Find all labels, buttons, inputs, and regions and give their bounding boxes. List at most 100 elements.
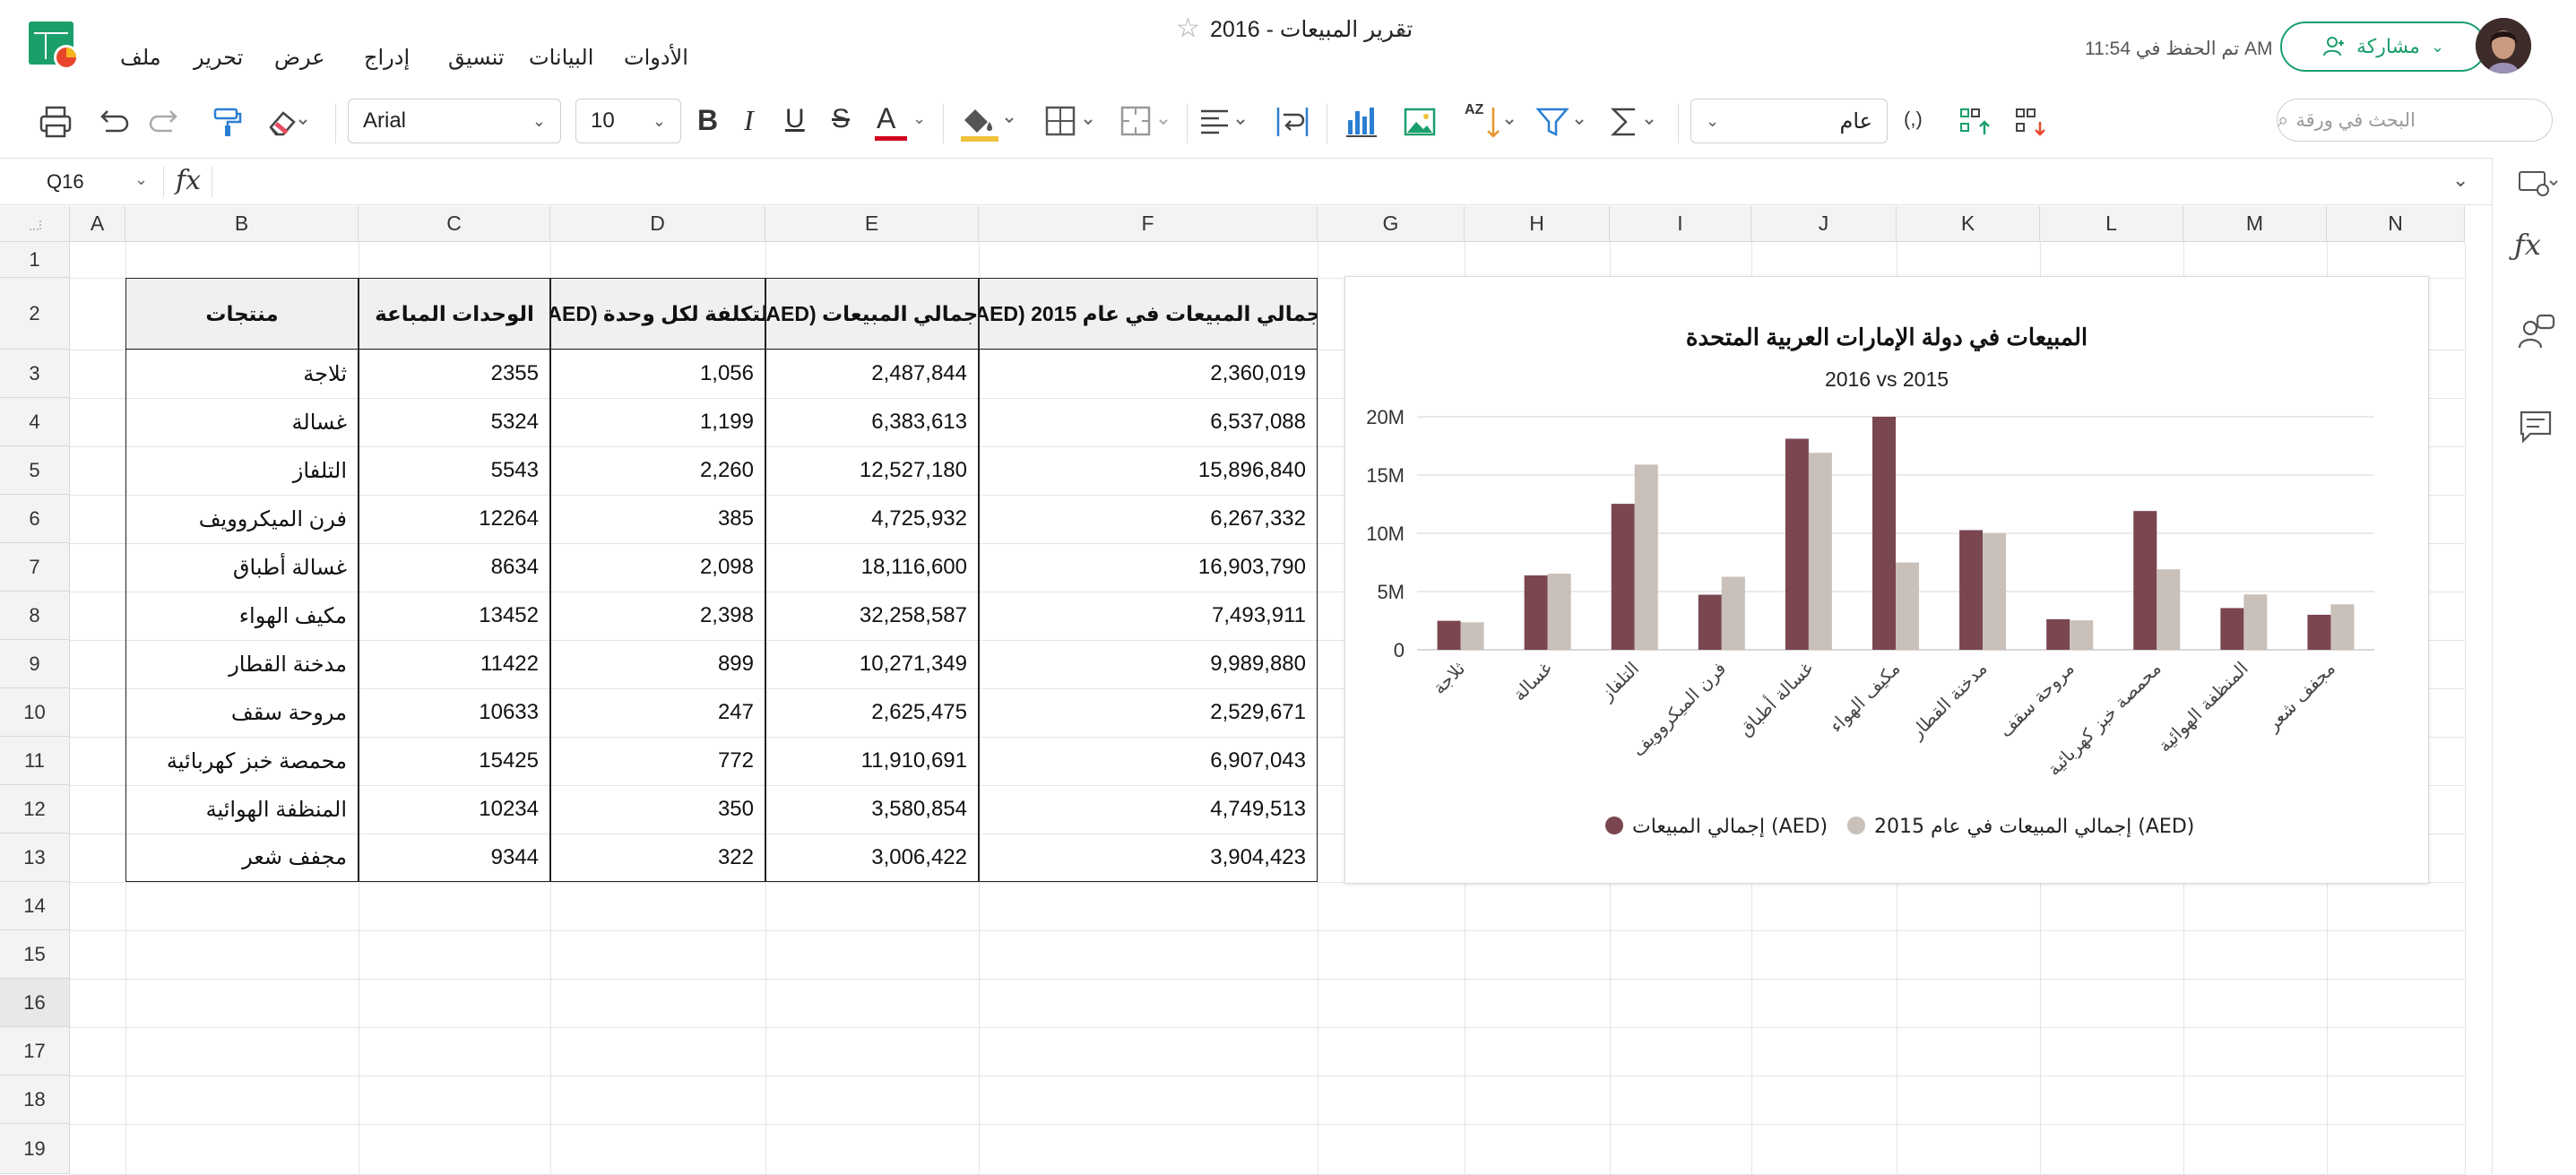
row-header-2[interactable]: 2 [0,278,70,350]
undo-icon[interactable] [93,104,129,140]
row-header-5[interactable]: 5 [0,446,70,495]
table-cell-value[interactable]: 18,116,600 [765,543,979,592]
row-header-6[interactable]: 6 [0,495,70,543]
formula-expand-chevron-down-icon[interactable]: ⌄ [2452,168,2468,192]
app-logo-icon[interactable] [29,22,81,70]
table-cell-value[interactable]: 15425 [359,737,550,785]
table-cell-value[interactable]: 6,383,613 [765,398,979,446]
chart-legend-label[interactable]: إجمالي المبيعات في عام 2015 (AED) [1874,816,2194,838]
row-header-8[interactable]: 8 [0,592,70,640]
row-header-4[interactable]: 4 [0,398,70,446]
table-cell-value[interactable]: 772 [550,737,765,785]
table-cell-value[interactable]: 5543 [359,446,550,495]
increase-decimal-icon[interactable] [1958,104,1993,140]
table-cell-value[interactable]: 2,487,844 [765,350,979,398]
table-cell-value[interactable]: 12264 [359,495,550,543]
column-header-m[interactable]: M [2183,206,2327,242]
table-cell-value[interactable]: 322 [550,834,765,882]
table-cell-value[interactable]: 4,749,513 [979,785,1318,834]
share-button[interactable]: مشاركة ⌄ [2280,22,2486,72]
row-header-7[interactable]: 7 [0,543,70,592]
column-header-l[interactable]: L [2040,206,2183,242]
underline-button[interactable]: U [785,104,805,134]
insert-chart-icon[interactable] [1344,104,1380,140]
table-cell-value[interactable]: 1,056 [550,350,765,398]
table-header-cell[interactable]: الوحدات المباعة [359,278,550,350]
table-cell-value[interactable]: 247 [550,688,765,737]
table-header-cell[interactable]: إجمالي المبيعات (AED) [765,278,979,350]
print-icon[interactable] [38,104,73,140]
table-cell-product[interactable]: ثلاجة [125,350,359,398]
row-header-13[interactable]: 13 [0,834,70,882]
table-cell-value[interactable]: 3,006,422 [765,834,979,882]
select-all-corner[interactable] [0,206,70,242]
collaborators-chat-icon[interactable] [2516,312,2557,353]
row-header-12[interactable]: 12 [0,785,70,834]
table-cell-value[interactable]: 11422 [359,640,550,688]
column-header-j[interactable]: J [1751,206,1897,242]
paint-format-icon[interactable] [210,104,246,140]
column-header-b[interactable]: B [125,206,359,242]
font-family-select[interactable]: Arial ⌄ [348,99,561,143]
column-header-i[interactable]: I [1610,206,1751,242]
table-cell-product[interactable]: مجفف شعر [125,834,359,882]
table-cell-value[interactable]: 2,529,671 [979,688,1318,737]
star-icon[interactable]: ☆ [1176,13,1200,44]
table-cell-value[interactable]: 4,725,932 [765,495,979,543]
row-header-9[interactable]: 9 [0,640,70,688]
row-header-10[interactable]: 10 [0,688,70,737]
row-header-14[interactable]: 14 [0,882,70,930]
borders-icon[interactable] [1043,104,1101,140]
row-header-18[interactable]: 18 [0,1076,70,1124]
table-header-cell[interactable]: إجمالي المبيعات في عام 2015 (AED) [979,278,1318,350]
menu-tools[interactable]: الأدوات [624,45,688,71]
table-cell-product[interactable]: المنظفة الهوائية [125,785,359,834]
table-cell-value[interactable]: 1,199 [550,398,765,446]
table-cell-value[interactable]: 3,580,854 [765,785,979,834]
insert-image-icon[interactable] [1402,104,1438,140]
table-cell-value[interactable]: 11,910,691 [765,737,979,785]
table-cell-product[interactable]: مكيف الهواء [125,592,359,640]
merge-cells-icon[interactable] [1119,104,1176,140]
cell-name-box[interactable]: Q16 [47,170,84,194]
column-header-e[interactable]: E [765,206,979,242]
table-cell-value[interactable]: 6,537,088 [979,398,1318,446]
align-left-icon[interactable] [1197,104,1255,140]
column-header-k[interactable]: K [1897,206,2040,242]
italic-button[interactable]: I [744,104,754,137]
table-cell-value[interactable]: 2,625,475 [765,688,979,737]
table-cell-value[interactable]: 15,896,840 [979,446,1318,495]
table-cell-value[interactable]: 899 [550,640,765,688]
table-cell-product[interactable]: محمصة خبز كهربائية [125,737,359,785]
number-format-select[interactable]: عام ⌄ [1690,99,1888,143]
row-header-11[interactable]: 11 [0,737,70,785]
table-cell-value[interactable]: 10234 [359,785,550,834]
table-cell-value[interactable]: 10633 [359,688,550,737]
column-header-d[interactable]: D [550,206,765,242]
row-header-19[interactable]: 19 [0,1124,70,1174]
table-cell-value[interactable]: 8634 [359,543,550,592]
namebox-chevron-down-icon[interactable]: ⌄ [134,170,148,189]
bold-button[interactable]: B [697,104,718,137]
avatar[interactable] [2476,18,2531,73]
table-cell-value[interactable]: 13452 [359,592,550,640]
table-cell-product[interactable]: غسالة أطباق [125,543,359,592]
menu-format[interactable]: تنسيق [448,45,505,71]
menu-file[interactable]: ملف [120,45,161,71]
sort-button[interactable]: AZ [1461,100,1518,143]
view-options-icon[interactable] [2516,168,2559,199]
row-header-3[interactable]: 3 [0,350,70,398]
column-header-g[interactable]: G [1318,206,1465,242]
table-cell-product[interactable]: مروحة سقف [125,688,359,737]
table-cell-value[interactable]: 2,260 [550,446,765,495]
row-header-17[interactable]: 17 [0,1027,70,1076]
column-header-a[interactable]: A [70,206,125,242]
menu-view[interactable]: عرض [274,45,325,71]
table-cell-value[interactable]: 16,903,790 [979,543,1318,592]
decrease-decimal-icon[interactable] [2013,104,2049,140]
filter-icon[interactable] [1534,104,1592,140]
table-cell-value[interactable]: 2,098 [550,543,765,592]
clear-format-eraser-icon[interactable] [264,104,310,140]
column-header-f[interactable]: F [979,206,1318,242]
menu-insert[interactable]: إدراج [364,45,410,71]
